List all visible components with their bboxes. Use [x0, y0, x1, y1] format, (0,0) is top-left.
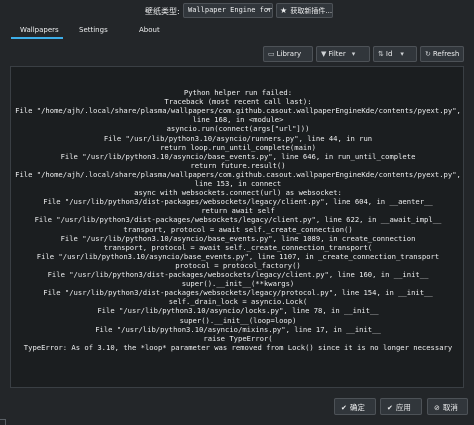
- tab-wallpapers[interactable]: Wallpapers: [20, 26, 59, 34]
- error-line: Traceback (most recent call last):: [164, 97, 312, 107]
- error-line: File "/usr/lib/python3.10/asyncio/base_e…: [36, 251, 440, 261]
- error-line: File "/usr/lib/python3.10/asyncio/locks.…: [97, 306, 379, 316]
- filter-label: Filter: [328, 50, 346, 58]
- error-line: super().__init__(**kwargs): [181, 279, 295, 289]
- sort-label: Id: [385, 50, 393, 58]
- error-line: transport, protocol = await self._create…: [103, 242, 373, 252]
- error-line: self._drain_lock = asyncio.Lock(: [168, 297, 308, 307]
- error-line: line 168, in <module>: [192, 115, 284, 125]
- refresh-button[interactable]: ↻ Refresh: [420, 46, 464, 62]
- cancel-button[interactable]: ⊘ 取消: [427, 398, 468, 415]
- error-line: return future.result(): [190, 160, 286, 170]
- wallpaper-type-label: 壁纸类型:: [145, 7, 180, 16]
- tab-settings[interactable]: Settings: [79, 26, 108, 34]
- error-line: File "/usr/lib/python3.10/asyncio/base_e…: [60, 151, 416, 161]
- cancel-icon: ⊘: [434, 404, 440, 412]
- sort-icon: ⇅: [378, 50, 384, 58]
- resize-handle[interactable]: [0, 419, 6, 425]
- error-message-area: Python helper run failed: Traceback (most…: [10, 66, 464, 388]
- get-new-plugins-label: 获取新插件...: [290, 7, 333, 15]
- ok-label: 确定: [349, 403, 365, 412]
- cancel-label: 取消: [442, 403, 458, 412]
- error-line: File "/usr/lib/python3/dist-packages/web…: [43, 288, 433, 298]
- error-line: return loop.run_until_complete(main): [160, 142, 316, 152]
- chevron-down-icon: ▾: [351, 50, 356, 58]
- error-line: File "/usr/lib/python3/dist-packages/web…: [34, 215, 442, 225]
- library-label: Library: [276, 50, 302, 58]
- check-icon: ✔: [387, 404, 393, 412]
- folder-icon: ▭: [268, 50, 275, 58]
- error-line: return await self: [201, 206, 275, 216]
- tab-about[interactable]: About: [139, 26, 160, 34]
- chevron-down-icon: ▾: [400, 50, 404, 58]
- ok-button[interactable]: ✔ 确定: [334, 398, 376, 415]
- error-line: super().__init__(loop=loop): [179, 315, 297, 325]
- wallpaper-type-select[interactable]: Wallpaper Engine for K ▾: [183, 3, 273, 18]
- library-button[interactable]: ▭ Library: [263, 46, 313, 62]
- refresh-label: Refresh: [432, 50, 460, 58]
- check-icon: ✔: [341, 404, 347, 412]
- error-line: async with websockets.connect(url) as we…: [134, 188, 342, 198]
- error-line: asyncio.run(connect(args["url"])): [166, 124, 310, 134]
- error-line: Python helper run failed:: [183, 88, 293, 97]
- error-line: transport, protocol = await self._create…: [123, 224, 353, 234]
- chevron-down-icon: ▾: [266, 6, 270, 13]
- error-line: File "/usr/lib/python3.10/asyncio/mixins…: [95, 324, 381, 334]
- error-line: protocol = protocol_factory(): [175, 260, 301, 270]
- refresh-icon: ↻: [425, 50, 431, 58]
- error-line: File "/usr/lib/python3/dist-packages/web…: [43, 197, 433, 207]
- error-line: File "/home/ajh/.local/share/plasma/wall…: [15, 106, 461, 116]
- top-bar: 壁纸类型: Wallpaper Engine for K ▾ ★ 获取新插件..…: [0, 0, 474, 22]
- error-line: line 153, in connect: [194, 179, 282, 188]
- wallpaper-type-value: Wallpaper Engine for K: [188, 6, 273, 14]
- error-line: TypeError: As of 3.10, the *loop* parame…: [23, 342, 453, 352]
- tab-bar: Wallpapers Settings About: [0, 22, 474, 40]
- apply-label: 应用: [395, 403, 411, 412]
- error-line: File "/usr/lib/python3.10/asyncio/runner…: [103, 133, 373, 143]
- filter-button[interactable]: ▼ Filter ▾: [316, 46, 370, 62]
- funnel-icon: ▼: [321, 50, 327, 58]
- get-new-plugins-button[interactable]: ★ 获取新插件...: [276, 3, 333, 18]
- error-line: File "/usr/lib/python3/dist-packages/web…: [47, 270, 429, 279]
- active-tab-indicator: [11, 37, 63, 39]
- apply-button[interactable]: ✔ 应用: [380, 398, 422, 415]
- sort-button[interactable]: ⇅ Id ▾: [373, 46, 417, 62]
- star-icon: ★: [280, 6, 288, 15]
- error-line: File "/usr/lib/python3.10/asyncio/base_e…: [60, 233, 416, 243]
- error-line: raise TypeError(: [203, 333, 273, 343]
- error-line: File "/home/ajh/.local/share/plasma/wall…: [15, 169, 461, 179]
